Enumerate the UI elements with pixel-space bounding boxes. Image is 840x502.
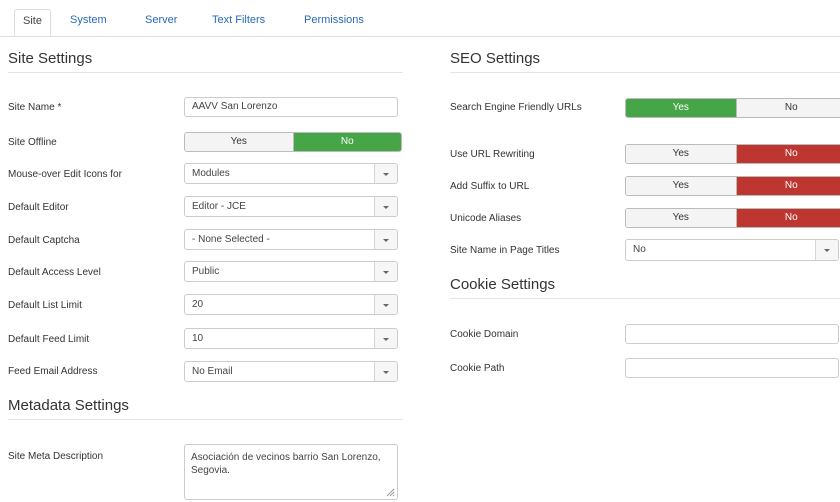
url-rewriting-no-option[interactable]: No: [735, 145, 840, 163]
mouseover-select[interactable]: Modules: [184, 163, 398, 184]
cookie-domain-input[interactable]: [625, 324, 839, 344]
feed-limit-select[interactable]: 10: [184, 328, 398, 349]
tab-system[interactable]: System: [62, 9, 115, 36]
feed-email-select[interactable]: No Email: [184, 361, 398, 382]
cookie-settings-divider: [450, 298, 840, 299]
tab-server[interactable]: Server: [137, 9, 185, 36]
metadata-settings-divider: [8, 419, 403, 420]
tab-permissions[interactable]: Permissions: [296, 9, 372, 36]
chevron-down-icon: [374, 197, 397, 216]
meta-description-text: Asociación de vecinos barrio San Lorenzo…: [191, 452, 381, 476]
seo-settings-heading: SEO Settings: [450, 50, 541, 67]
add-suffix-toggle: Yes No: [625, 176, 840, 196]
sef-urls-no-option[interactable]: No: [735, 99, 840, 117]
default-editor-value: Editor - JCE: [192, 201, 246, 212]
site-offline-yes-option[interactable]: Yes: [185, 133, 293, 151]
cookie-path-input[interactable]: [625, 358, 839, 378]
url-rewriting-label: Use URL Rewriting: [450, 149, 535, 160]
sef-urls-yes-option[interactable]: Yes: [626, 99, 736, 117]
add-suffix-no-option[interactable]: No: [735, 177, 840, 195]
chevron-down-icon: [374, 262, 397, 281]
cookie-path-label: Cookie Path: [450, 363, 505, 374]
chevron-down-icon: [374, 329, 397, 348]
unicode-aliases-yes-option[interactable]: Yes: [626, 209, 736, 227]
site-settings-divider: [8, 72, 403, 73]
mouseover-value: Modules: [192, 168, 230, 179]
site-offline-toggle: Yes No: [184, 132, 402, 152]
tab-text-filters[interactable]: Text Filters: [204, 9, 273, 36]
chevron-down-icon: [374, 362, 397, 381]
chevron-down-icon: [815, 240, 838, 260]
feed-email-label: Feed Email Address: [8, 366, 98, 377]
metadata-settings-heading: Metadata Settings: [8, 397, 129, 414]
unicode-aliases-toggle: Yes No: [625, 208, 840, 228]
url-rewriting-yes-option[interactable]: Yes: [626, 145, 736, 163]
chevron-down-icon: [374, 295, 397, 314]
resize-grip-icon[interactable]: [386, 488, 395, 497]
default-captcha-value: - None Selected -: [192, 234, 270, 245]
site-name-label: Site Name *: [8, 102, 62, 113]
default-access-select[interactable]: Public: [184, 261, 398, 282]
sef-urls-label: Search Engine Friendly URLs: [450, 102, 582, 113]
chevron-down-icon: [374, 164, 397, 183]
tab-bar: Site System Server Text Filters Permissi…: [0, 0, 840, 37]
seo-settings-divider: [450, 72, 840, 73]
default-editor-label: Default Editor: [8, 202, 69, 213]
default-editor-select[interactable]: Editor - JCE: [184, 196, 398, 217]
site-name-titles-label: Site Name in Page Titles: [450, 245, 560, 256]
site-offline-no-option[interactable]: No: [292, 133, 401, 151]
unicode-aliases-no-option[interactable]: No: [735, 209, 840, 227]
default-captcha-label: Default Captcha: [8, 235, 80, 246]
chevron-down-icon: [374, 230, 397, 249]
tab-site[interactable]: Site: [14, 9, 51, 36]
site-name-titles-select[interactable]: No: [625, 239, 839, 261]
meta-description-label: Site Meta Description: [8, 451, 104, 462]
default-access-label: Default Access Level: [8, 267, 101, 278]
feed-limit-label: Default Feed Limit: [8, 334, 90, 345]
add-suffix-label: Add Suffix to URL: [450, 181, 530, 192]
default-captcha-select[interactable]: - None Selected -: [184, 229, 398, 250]
site-offline-label: Site Offline: [8, 137, 57, 148]
add-suffix-yes-option[interactable]: Yes: [626, 177, 736, 195]
cookie-settings-heading: Cookie Settings: [450, 276, 556, 293]
site-settings-heading: Site Settings: [8, 50, 93, 67]
list-limit-value: 20: [192, 299, 204, 310]
site-name-input[interactable]: AAVV San Lorenzo: [184, 97, 398, 117]
list-limit-select[interactable]: 20: [184, 294, 398, 315]
feed-email-value: No Email: [192, 366, 233, 377]
sef-urls-toggle: Yes No: [625, 98, 840, 118]
unicode-aliases-label: Unicode Aliases: [450, 213, 522, 224]
cookie-domain-label: Cookie Domain: [450, 329, 519, 340]
feed-limit-value: 10: [192, 333, 204, 344]
default-access-value: Public: [192, 266, 220, 277]
url-rewriting-toggle: Yes No: [625, 144, 840, 164]
mouseover-label: Mouse-over Edit Icons for: [8, 169, 122, 180]
site-name-titles-value: No: [633, 244, 646, 255]
meta-description-textarea[interactable]: Asociación de vecinos barrio San Lorenzo…: [184, 444, 398, 500]
list-limit-label: Default List Limit: [8, 300, 82, 311]
